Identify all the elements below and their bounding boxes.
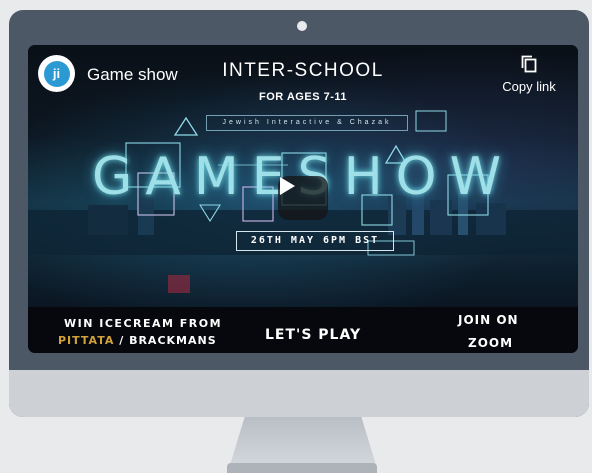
lets-play-text: LET'S PLAY <box>265 327 362 343</box>
channel-logo-icon: ji <box>43 60 70 87</box>
play-icon <box>280 177 295 195</box>
channel-avatar[interactable]: ji <box>38 55 75 92</box>
video-player[interactable]: INTER-SCHOOL FOR AGES 7-11 Jewish Intera… <box>28 45 578 353</box>
event-date: 26TH MAY 6PM BST <box>236 231 394 251</box>
copy-link-label: Copy link <box>502 79 556 94</box>
prize-text: WIN ICECREAM FROM <box>64 317 223 330</box>
sponsor-pittata: PITTATA <box>58 334 115 347</box>
copy-link-button[interactable]: Copy link <box>494 55 564 101</box>
monitor-stand-base <box>227 463 377 473</box>
thumbnail-footer: WIN ICECREAM FROM PITTATA / BRACKMANS LE… <box>28 307 578 353</box>
sponsor-separator: / <box>114 334 130 347</box>
sponsor-brackmans: BRACKMANS <box>129 334 217 347</box>
sponsors-text: PITTATA / BRACKMANS <box>58 334 217 347</box>
organizer-banner: Jewish Interactive & Chazak <box>206 115 408 131</box>
video-header: ji Game show Copy link <box>28 45 578 105</box>
zoom-text: ZOOM <box>468 336 514 350</box>
webcam-dot <box>297 21 307 31</box>
video-title[interactable]: Game show <box>87 65 178 85</box>
monitor-stand <box>230 417 376 465</box>
join-on-text: JOIN ON <box>458 313 519 327</box>
copy-icon <box>521 55 537 73</box>
monitor-chin <box>9 370 589 417</box>
play-button[interactable] <box>278 176 328 220</box>
